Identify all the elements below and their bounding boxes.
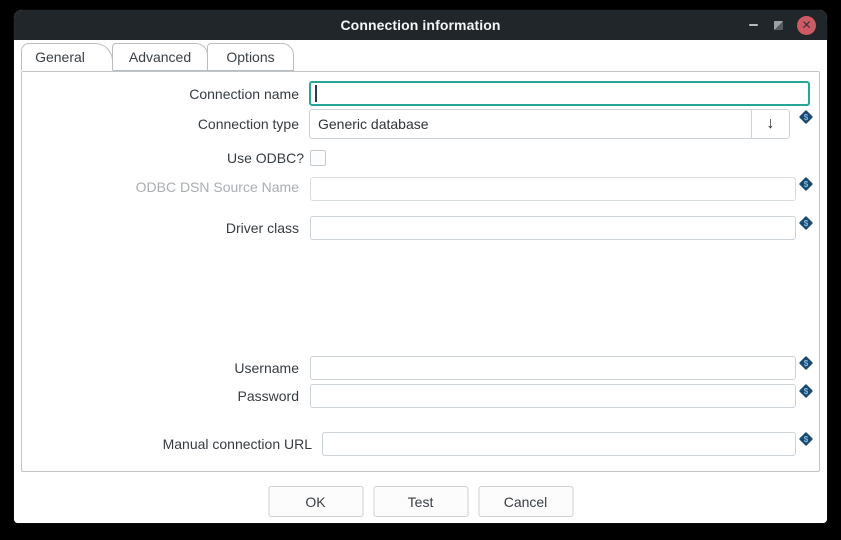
manual-url-label: Manual connection URL	[22, 435, 312, 453]
username-label: Username	[22, 359, 299, 377]
driver-class-input[interactable]	[310, 216, 796, 240]
tab-advanced[interactable]: Advanced	[112, 43, 208, 71]
window-title: Connection information	[340, 17, 500, 33]
connection-type-label: Connection type	[22, 115, 299, 133]
test-button[interactable]: Test	[373, 486, 468, 517]
dialog-content: General Advanced Options Connection name…	[14, 40, 827, 523]
connection-dialog-window: Connection information ✕ General Advance…	[14, 10, 827, 523]
username-input[interactable]	[310, 356, 796, 380]
odbc-dsn-label: ODBC DSN Source Name	[22, 178, 299, 196]
ok-button[interactable]: OK	[268, 486, 363, 517]
manual-url-input[interactable]	[322, 432, 796, 456]
password-label: Password	[22, 387, 299, 405]
tab-general[interactable]: General	[21, 43, 113, 71]
general-tab-panel: Connection name Connection type Generic …	[21, 71, 820, 472]
connection-type-select[interactable]: Generic database ↓	[309, 109, 790, 139]
variable-icon: $	[799, 356, 813, 370]
variable-icon: $	[799, 432, 813, 446]
restore-icon[interactable]	[772, 19, 784, 31]
variable-icon: $	[799, 177, 813, 191]
tab-bar: General Advanced Options	[21, 43, 293, 72]
dropdown-arrow-icon[interactable]: ↓	[751, 110, 789, 138]
close-icon[interactable]: ✕	[797, 16, 816, 35]
odbc-dsn-input[interactable]	[310, 177, 796, 201]
password-input[interactable]	[310, 384, 796, 408]
connection-name-input[interactable]	[309, 81, 810, 106]
text-caret	[315, 85, 317, 102]
variable-icon: $	[799, 110, 813, 124]
variable-icon: $	[799, 216, 813, 230]
minimize-icon[interactable]	[747, 19, 759, 31]
connection-type-value: Generic database	[310, 116, 751, 132]
connection-name-label: Connection name	[22, 85, 299, 103]
driver-class-label: Driver class	[22, 219, 299, 237]
use-odbc-checkbox[interactable]	[310, 150, 326, 166]
window-controls: ✕	[747, 10, 816, 40]
dialog-buttons: OK Test Cancel	[268, 486, 573, 517]
cancel-button[interactable]: Cancel	[478, 486, 573, 517]
tab-options[interactable]: Options	[207, 43, 294, 71]
titlebar[interactable]: Connection information ✕	[14, 10, 827, 41]
variable-icon: $	[799, 384, 813, 398]
use-odbc-label: Use ODBC?	[22, 149, 304, 167]
